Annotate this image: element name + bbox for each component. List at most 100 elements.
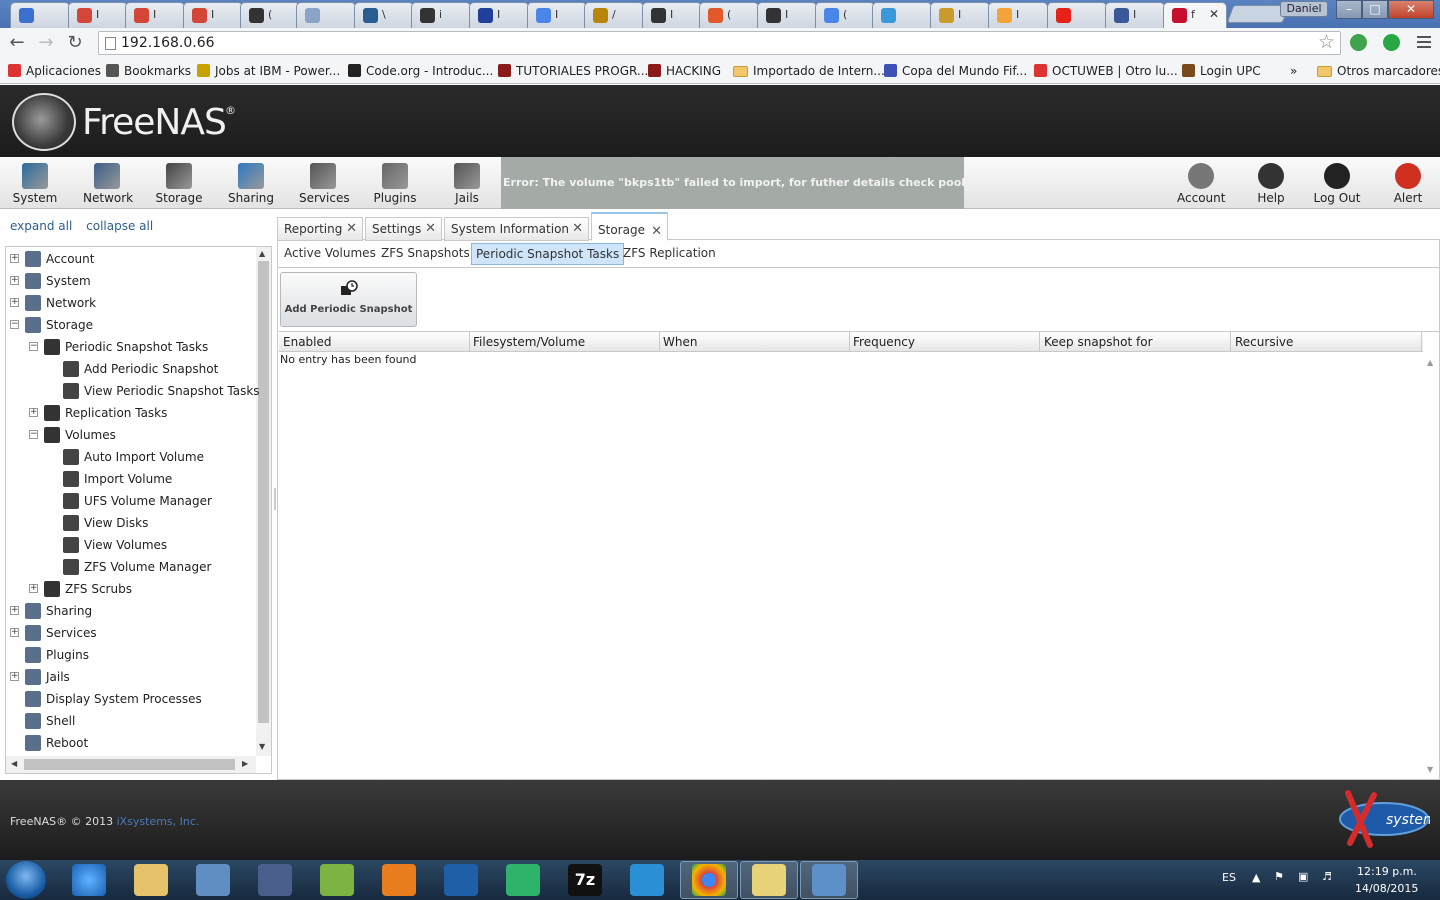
bookmark-item[interactable]: HACKING — [648, 62, 721, 80]
browser-tab[interactable]: I — [125, 2, 185, 28]
collapse-icon[interactable]: − — [29, 430, 38, 439]
bookmark-item[interactable]: Otros marcadores — [1317, 62, 1440, 80]
tree-item-sharing[interactable]: Sharing — [25, 601, 92, 621]
tab-close-icon[interactable]: ✕ — [425, 218, 436, 240]
tree-item-replication-tasks[interactable]: Replication Tasks — [44, 403, 167, 423]
browser-tab[interactable]: \ — [354, 2, 414, 28]
tab-close-icon[interactable]: ✕ — [572, 218, 583, 240]
browser-tab[interactable]: i — [411, 2, 471, 28]
nav-network[interactable]: Network — [83, 159, 133, 207]
add-periodic-snapshot-button[interactable]: Add Periodic Snapshot — [280, 272, 417, 327]
expand-icon[interactable]: + — [10, 298, 19, 307]
subtab-periodic-snapshot-tasks[interactable]: Periodic Snapshot Tasks — [471, 243, 625, 265]
tree-item-account[interactable]: Account — [25, 249, 94, 269]
browser-tab[interactable]: ( — [240, 2, 300, 28]
expand-icon[interactable]: + — [10, 672, 19, 681]
bookmark-item[interactable]: Code.org - Introduc... — [348, 62, 493, 80]
tree-item-zfs-volume-manager[interactable]: ZFS Volume Manager — [63, 557, 211, 577]
content-tab-storage[interactable]: Storage ✕ — [591, 212, 668, 241]
vmware-icon[interactable] — [320, 864, 354, 896]
content-tab-settings[interactable]: Settings ✕ — [365, 217, 442, 241]
browser-tab[interactable] — [872, 2, 932, 28]
collapse-icon[interactable]: − — [10, 320, 19, 329]
reload-icon[interactable]: ↻ — [64, 32, 86, 54]
extension-evernote-icon[interactable] — [1350, 34, 1367, 51]
tree-item-system[interactable]: System — [25, 271, 91, 291]
bookmark-item[interactable]: Aplicaciones — [8, 62, 101, 80]
tree-item-display-system-processes[interactable]: Display System Processes — [25, 689, 202, 709]
nav-alert[interactable]: Alert — [1384, 159, 1432, 207]
pane-splitter[interactable] — [274, 488, 276, 510]
network-tool-icon[interactable] — [258, 864, 292, 896]
scroll-right-icon[interactable]: ▶ — [242, 759, 248, 768]
expand-icon[interactable]: + — [10, 606, 19, 615]
expand-icon[interactable]: + — [29, 584, 38, 593]
subtab-zfs-replication[interactable]: ZFS Replication — [619, 243, 720, 265]
subtab-zfs-snapshots[interactable]: ZFS Snapshots — [377, 243, 474, 265]
tree-item-view-disks[interactable]: View Disks — [63, 513, 148, 533]
bookmark-item[interactable]: Importado de Intern... — [733, 62, 885, 80]
tree-item-services[interactable]: Services — [25, 623, 97, 643]
tray-volume-icon[interactable]: ♬ — [1322, 870, 1332, 883]
browser-tab[interactable]: I — [527, 2, 587, 28]
minimize-button[interactable]: – — [1336, 0, 1362, 19]
tree-item-auto-import-volume[interactable]: Auto Import Volume — [63, 447, 204, 467]
speed-tool-icon[interactable] — [506, 864, 540, 896]
nav-log-out[interactable]: Log Out — [1311, 159, 1363, 207]
collapse-all-link[interactable]: collapse all — [86, 219, 153, 233]
tree-item-shell[interactable]: Shell — [25, 711, 75, 731]
back-icon[interactable]: ← — [6, 32, 28, 54]
nav-plugins[interactable]: Plugins — [371, 159, 419, 207]
tree-item-view-periodic-snapshot-tasks[interactable]: View Periodic Snapshot Tasks — [63, 381, 260, 401]
nav-jails[interactable]: Jails — [443, 159, 491, 207]
7zip-icon[interactable]: 7z — [568, 864, 602, 896]
content-tab-system-information[interactable]: System Information ✕ — [444, 217, 589, 241]
gimp-icon[interactable] — [382, 864, 416, 896]
browser-tab[interactable]: I — [757, 2, 817, 28]
tray-network-icon[interactable]: ▣ — [1298, 870, 1308, 883]
collapse-icon[interactable]: − — [29, 342, 38, 351]
ixsystems-link[interactable]: iXsystems, Inc. — [117, 815, 200, 828]
maximize-button[interactable]: □ — [1362, 0, 1388, 19]
browser-tab[interactable]: I — [988, 2, 1048, 28]
internet-explorer-icon[interactable] — [72, 864, 106, 896]
grid-scroll-down-icon[interactable]: ▼ — [1427, 765, 1433, 774]
column-header[interactable]: Filesystem/Volume — [469, 332, 660, 352]
clock-date[interactable]: 14/08/2015 — [1355, 882, 1418, 895]
virtualbox-icon[interactable] — [630, 864, 664, 896]
browser-tab[interactable]: ( — [815, 2, 875, 28]
bookmark-item[interactable]: Login UPC — [1182, 62, 1261, 80]
tree-item-view-volumes[interactable]: View Volumes — [63, 535, 167, 555]
bookmark-star-icon[interactable]: ☆ — [1318, 31, 1335, 53]
tree-item-zfs-scrubs[interactable]: ZFS Scrubs — [44, 579, 132, 599]
address-bar[interactable]: 192.168.0.66 — [98, 31, 1341, 55]
tray-flag-icon[interactable]: ⚑ — [1274, 870, 1284, 883]
profile-button[interactable]: Daniel — [1280, 1, 1328, 17]
nav-help[interactable]: Help — [1247, 159, 1295, 207]
grid-scrollbar[interactable]: ▲ ▼ — [1424, 352, 1438, 779]
nav-system[interactable]: System — [11, 159, 59, 207]
nav-services[interactable]: Services — [299, 159, 350, 207]
media-player-icon[interactable] — [196, 864, 230, 896]
tree-item-jails[interactable]: Jails — [25, 667, 70, 687]
nav-account[interactable]: Account — [1177, 159, 1225, 207]
expand-all-link[interactable]: expand all — [10, 219, 72, 233]
close-window-button[interactable]: ✕ — [1388, 0, 1434, 19]
content-tab-reporting[interactable]: Reporting ✕ — [277, 217, 363, 241]
bookmark-item[interactable]: Bookmarks — [106, 62, 191, 80]
tree-item-periodic-snapshot-tasks[interactable]: Periodic Snapshot Tasks — [44, 337, 208, 357]
tree-item-plugins[interactable]: Plugins — [25, 645, 89, 665]
expand-icon[interactable]: + — [29, 408, 38, 417]
tree-vertical-scrollbar[interactable]: ▲ ▼ — [256, 247, 271, 756]
nav-sharing[interactable]: Sharing — [227, 159, 275, 207]
tab-close-icon[interactable]: ✕ — [1209, 7, 1219, 21]
grid-scroll-up-icon[interactable]: ▲ — [1427, 358, 1433, 367]
tree-item-import-volume[interactable]: Import Volume — [63, 469, 172, 489]
extension-whatsapp-icon[interactable] — [1383, 34, 1400, 51]
tree-scroll-thumb[interactable] — [258, 261, 269, 723]
tab-close-icon[interactable]: ✕ — [346, 218, 357, 240]
column-header[interactable]: Recursive — [1231, 332, 1422, 352]
browser-tab[interactable] — [1047, 2, 1107, 28]
tree-horizontal-scrollbar[interactable]: ◀ ▶ — [6, 756, 256, 773]
language-indicator[interactable]: ES — [1222, 871, 1236, 884]
